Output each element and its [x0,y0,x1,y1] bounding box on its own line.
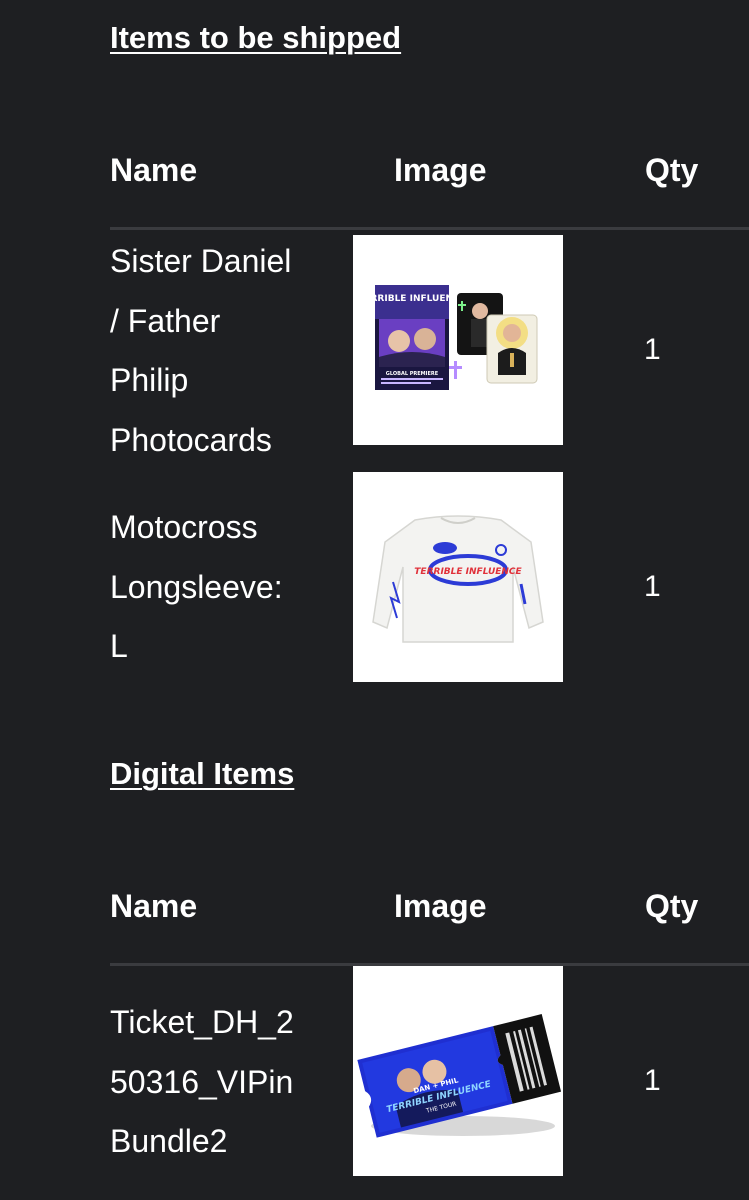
photocards-artwork: TERRIBLE INFLUENCE GLOBAL PREMIERE [353,235,563,445]
name-line: L [110,628,128,664]
name-line: Photocards [110,421,272,458]
shipped-item-qty: 1 [644,570,661,603]
shipped-header-qty: Qty [645,152,699,188]
name-line: 50316_VIPin [110,1063,294,1100]
name-line: Motocross [110,509,258,545]
digital-header-name: Name [110,888,198,924]
ticket-product-image[interactable]: DAN + PHIL TERRIBLE INFLUENCE THE TOUR [353,966,563,1176]
shipped-header-name: Name [110,152,198,188]
name-line: / Father [110,302,221,339]
poster-subtitle-text: GLOBAL PREMIERE [386,371,439,377]
shipped-item-qty: 1 [644,333,661,366]
ticket-artwork: DAN + PHIL TERRIBLE INFLUENCE THE TOUR [353,966,563,1176]
shipped-item-name[interactable]: Motocross Longsleeve: L [110,498,330,677]
longsleeve-artwork: TERRIBLE INFLUENCE [353,472,563,682]
name-line: Bundle2 [110,1123,228,1159]
shipped-header-divider [110,227,749,230]
photocards-product-image[interactable]: TERRIBLE INFLUENCE GLOBAL PREMIERE [353,235,563,445]
digital-item-name[interactable]: Ticket_DH_2 50316_VIPin Bundle2 [110,993,330,1172]
digital-header-qty: Qty [645,888,699,924]
name-line: Longsleeve: [110,568,283,605]
name-line: Sister Daniel [110,243,292,279]
shipped-header-image: Image [394,152,487,188]
shipped-section-title: Items to be shipped [110,20,402,55]
shirt-logo-text: TERRIBLE INFLUENCE [414,567,522,577]
shipped-item-name[interactable]: Sister Daniel / Father Philip Photocards [110,232,330,470]
digital-header-image: Image [394,888,487,924]
longsleeve-product-image[interactable]: TERRIBLE INFLUENCE [353,472,563,682]
poster-title-text: TERRIBLE INFLUENCE [358,294,466,304]
digital-item-qty: 1 [644,1064,661,1097]
digital-section-title: Digital Items [110,756,295,791]
name-line: Philip [110,362,189,398]
name-line: Ticket_DH_2 [110,1004,294,1040]
